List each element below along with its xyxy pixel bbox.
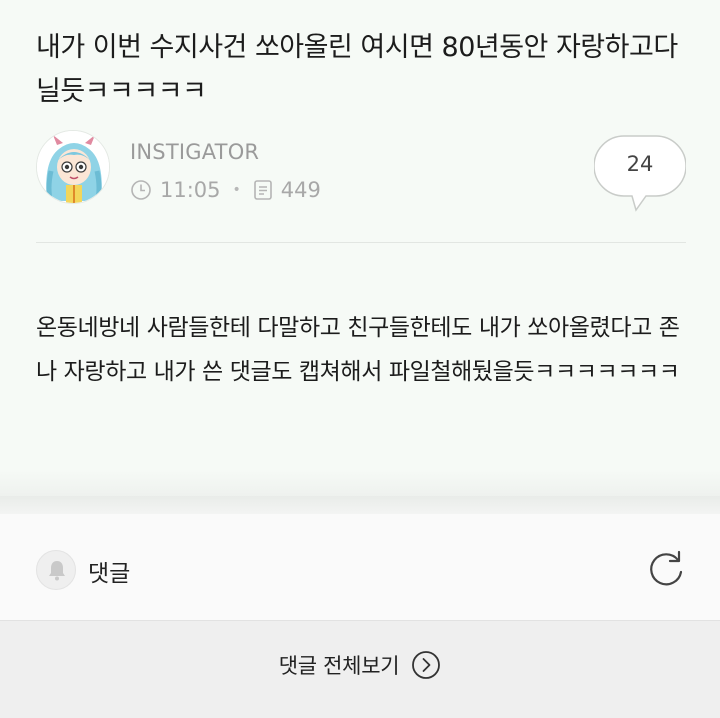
chevron-right-circle-icon (411, 650, 441, 680)
post-meta: 11:05 • 449 (130, 178, 321, 202)
post-body: 온동네방네 사람들한테 다말하고 친구들한테도 내가 쏘아올렸다고 존나 자랑하… (36, 315, 680, 385)
content-bottom-edge (0, 470, 720, 498)
notification-toggle[interactable] (36, 550, 76, 590)
view-count: 449 (280, 178, 321, 202)
view-all-comments-bar: 댓글 전체보기 (0, 620, 720, 718)
comment-section-label: 댓글 (88, 561, 131, 587)
section-separator (0, 496, 720, 514)
post-time: 11:05 (160, 178, 221, 202)
refresh-icon[interactable] (645, 548, 689, 592)
comment-count: 24 (626, 152, 654, 176)
view-all-comments-label: 댓글 전체보기 (278, 654, 400, 678)
author-name[interactable]: INSTIGATOR (130, 140, 259, 164)
author-row: INSTIGATOR 11:05 • 449 (36, 130, 686, 215)
view-all-comments-button[interactable]: 댓글 전체보기 (0, 621, 720, 709)
meta-separator: • (232, 182, 241, 198)
comment-section-header: 댓글 (0, 514, 720, 620)
clock-icon (130, 179, 152, 201)
bell-icon (49, 561, 65, 581)
document-icon (253, 179, 273, 201)
header-divider (36, 242, 686, 243)
post-title: 내가 이번 수지사건 쏘아올린 여시면 80년동안 자랑하고다닐듯ㅋㅋㅋㅋㅋ (36, 32, 678, 107)
comment-count-button[interactable]: 24 (593, 134, 687, 214)
author-avatar[interactable] (36, 130, 110, 204)
